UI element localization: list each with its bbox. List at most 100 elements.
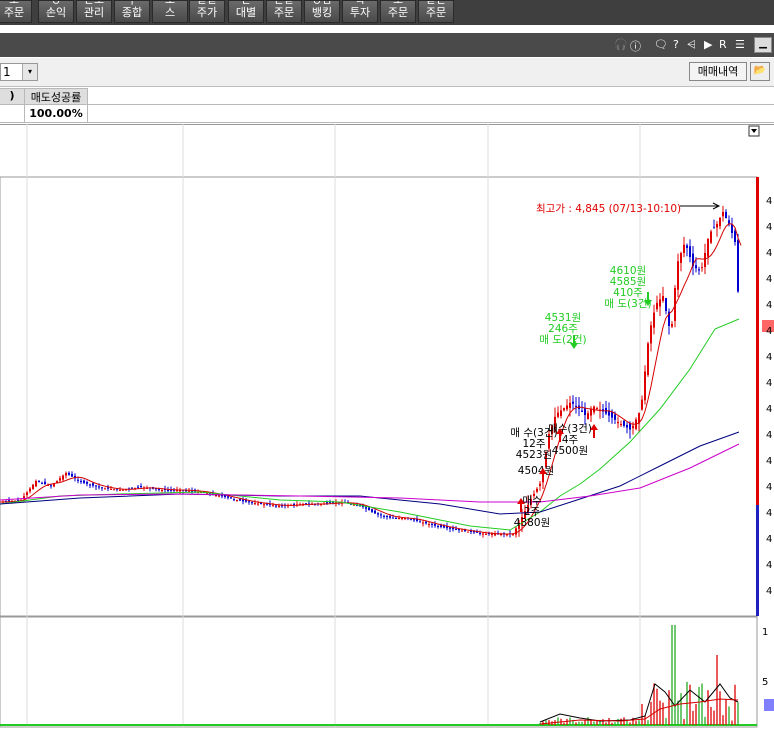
toolbar-button-line2: 손익 — [45, 6, 67, 19]
candle-body — [89, 484, 91, 486]
candle-body — [626, 424, 628, 428]
candle-body — [233, 499, 235, 501]
price-panel — [0, 176, 758, 617]
candle-body — [119, 489, 121, 491]
trade-history-button[interactable]: 매매내역 — [689, 62, 747, 81]
price-tick-label: 4 — [766, 196, 772, 207]
headset-icon[interactable]: 🎧 — [614, 38, 628, 51]
candle-body — [41, 482, 43, 484]
candle-body — [581, 410, 583, 412]
toolbar-button-11[interactable]: ㄹㄴ 주문 — [418, 0, 454, 23]
toolbar-button-8[interactable]: ㅇㅂ 뱅킹 — [304, 0, 340, 23]
annotation-line: 4504원 — [518, 465, 554, 477]
chevron-down-icon[interactable]: ▾ — [22, 64, 37, 80]
candle-body — [104, 488, 106, 490]
chat-icon[interactable]: 🗨 — [654, 38, 668, 51]
candle-body — [62, 475, 64, 480]
candle-body — [677, 261, 679, 290]
candle-body — [293, 503, 295, 505]
candle-body — [665, 298, 667, 311]
toolbar-button-line2: 주가 — [196, 6, 218, 19]
folder-icon[interactable]: 📂 — [750, 62, 770, 81]
toolbar-button-3[interactable]: ㅜ 종합 — [114, 0, 150, 23]
candle-body — [110, 489, 112, 490]
candle-body — [161, 490, 163, 491]
toolbar-button-5[interactable]: ㄹㄹ 주가 — [189, 0, 225, 23]
candle-body — [584, 408, 586, 415]
candle-body — [50, 485, 52, 487]
candle-body — [461, 530, 463, 532]
candle-body — [725, 211, 727, 218]
price-tick-label: 4 — [766, 560, 772, 571]
candle-body — [386, 516, 388, 518]
list-icon[interactable]: ☰ — [735, 38, 745, 51]
price-tick-label: 4 — [766, 586, 772, 597]
candle-body — [38, 481, 40, 483]
candle-body — [83, 480, 85, 483]
price-tick-label: 4 — [766, 456, 772, 467]
sell-success-value: 100.00% — [24, 104, 88, 123]
toolbar-button-9[interactable]: ㅋ 투자 — [342, 0, 378, 23]
candle-body — [647, 343, 649, 376]
candle-body — [431, 523, 433, 525]
minimize-button[interactable]: ▁ — [754, 37, 772, 53]
candle-body — [77, 479, 79, 481]
candle-body — [632, 425, 634, 429]
candle-body — [569, 402, 571, 408]
toolbar-button-line2: 관리 — [83, 6, 105, 19]
ceiling-icon[interactable]: ⩤ — [687, 38, 696, 52]
candle-body — [272, 505, 274, 507]
toolbar-button-4[interactable]: ㅗ스 — [152, 0, 188, 23]
candle-body — [485, 534, 487, 535]
candle-body — [368, 507, 370, 511]
candle-body — [80, 480, 82, 482]
candle-body — [35, 481, 37, 487]
price-tick-label: 4 — [766, 248, 772, 259]
toolbar-button-1[interactable]: ㅇ 손익 — [38, 0, 74, 23]
candle-body — [383, 515, 385, 517]
info-icon[interactable]: ⓘ — [630, 38, 641, 54]
chart-canvas[interactable]: 4531원246주매 도(2건)4610원4585원410주매 도(3건)매수2… — [0, 124, 774, 750]
help-icon[interactable]: ? — [673, 38, 679, 51]
price-tick-label: 4 — [766, 534, 772, 545]
candle-body — [689, 246, 691, 257]
candle-body — [662, 296, 664, 301]
price-tick-label: 4 — [766, 352, 772, 363]
toolbar-button-6[interactable]: ㄴ 대별 — [228, 0, 264, 23]
stock-chart[interactable]: 4531원 246주 매 도(2건) 4610원 4585원 410주 매 도(3건) 매수 2… — [0, 124, 774, 750]
candle-body — [482, 533, 484, 535]
candle-body — [248, 501, 250, 503]
candle-body — [68, 472, 70, 475]
candle-body — [737, 239, 739, 292]
toolbar-button-0[interactable]: ㅗ 주문 — [0, 0, 32, 23]
candle-body — [650, 325, 652, 344]
toolbar-button-line2: 주문 — [425, 6, 447, 19]
candle-body — [113, 489, 115, 491]
candle-body — [566, 405, 568, 410]
candle-body — [452, 528, 454, 530]
left-header: ) — [0, 88, 25, 105]
candle-body — [575, 405, 577, 407]
window-titlebar: 🎧 ⓘ 🗨 ? ⩤ ▶ R ☰ ▁ — [0, 33, 774, 57]
candle-body — [440, 525, 442, 527]
candle-body — [242, 499, 244, 502]
candle-body — [131, 487, 133, 489]
toolbar-button-10[interactable]: ㅗ 주문 — [380, 0, 416, 23]
candle-body — [218, 495, 220, 497]
candle-body — [641, 399, 643, 410]
price-axis — [757, 177, 774, 616]
candle-body — [98, 486, 100, 488]
toolbar-button-7[interactable]: ㄴㄹ 주문 — [266, 0, 302, 23]
candle-body — [230, 497, 232, 499]
period-combo[interactable]: 1 ▾ — [0, 63, 38, 81]
candle-body — [596, 408, 598, 410]
candle-body — [251, 502, 253, 504]
toolbar-button-2[interactable]: ㄴㅗ 관리 — [76, 0, 112, 23]
candle-body — [158, 489, 160, 491]
play-icon[interactable]: ▶ — [704, 38, 712, 51]
candle-body — [590, 408, 592, 416]
high-price-label: 최고가 : 4,845 (07/13-10:10) — [536, 203, 681, 215]
candle-body — [278, 505, 280, 507]
r-icon[interactable]: R — [719, 38, 727, 51]
candle-body — [122, 489, 124, 491]
